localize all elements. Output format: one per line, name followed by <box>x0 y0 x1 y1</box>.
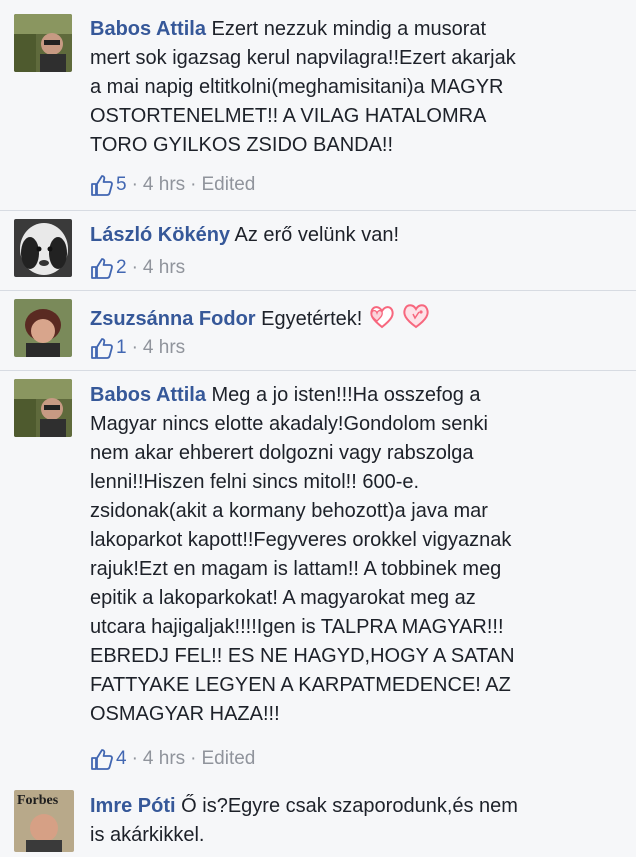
thumbs-up-icon[interactable] <box>90 748 114 770</box>
avatar[interactable] <box>14 14 72 72</box>
comment: Forbes Imre Póti Ő is?Egyre csak szaporo… <box>0 780 636 857</box>
comment-meta: 2 · 4 hrs <box>90 256 185 280</box>
hearts-emoji-icon <box>370 306 394 329</box>
avatar[interactable] <box>14 219 72 277</box>
comment: Babos Attila Ezert nezzuk mindig a musor… <box>0 0 636 210</box>
like-count[interactable]: 5 <box>116 173 127 197</box>
comment-meta: 4 · 4 hrs · Edited <box>90 747 255 771</box>
avatar[interactable]: Forbes <box>14 790 74 852</box>
comment-text: Meg a jo isten!!!Ha osszefog a Magyar ni… <box>90 384 515 725</box>
thumbs-up-icon[interactable] <box>90 174 114 196</box>
comment-text: Egyetértek! <box>261 308 363 330</box>
comment: László Kökény Az erő velünk van! 2 · 4 h… <box>0 210 636 290</box>
comment-author[interactable]: László Kökény <box>90 224 230 246</box>
comment-thread: Babos Attila Ezert nezzuk mindig a musor… <box>0 0 636 857</box>
forbes-logo: Forbes <box>17 793 59 808</box>
separator: · <box>131 257 138 278</box>
timestamp[interactable]: 4 hrs <box>143 747 185 771</box>
separator: · <box>190 174 197 195</box>
sparkling-heart-icon <box>403 304 430 329</box>
thumbs-up-icon[interactable] <box>90 257 114 279</box>
edited-label[interactable]: Edited <box>201 173 255 197</box>
separator: · <box>131 174 138 195</box>
like-count[interactable]: 1 <box>116 336 127 360</box>
comment: Zsuzsánna Fodor Egyetértek! 1 · 4 hrs <box>0 290 636 370</box>
like-count[interactable]: 2 <box>116 256 127 280</box>
comment-author[interactable]: Babos Attila <box>90 18 206 40</box>
avatar[interactable] <box>14 299 72 357</box>
avatar[interactable] <box>14 379 72 437</box>
comment-author[interactable]: Babos Attila <box>90 384 206 406</box>
like-count[interactable]: 4 <box>116 747 127 771</box>
edited-label[interactable]: Edited <box>201 747 255 771</box>
comment-author[interactable]: Imre Póti <box>90 795 176 817</box>
comment-meta: 5 · 4 hrs · Edited <box>90 173 255 197</box>
comment-meta: 1 · 4 hrs <box>90 336 185 360</box>
timestamp[interactable]: 4 hrs <box>143 336 185 360</box>
timestamp[interactable]: 4 hrs <box>143 173 185 197</box>
comment-text: Az erő velünk van! <box>234 224 400 246</box>
separator: · <box>190 748 197 769</box>
timestamp[interactable]: 4 hrs <box>143 256 185 280</box>
separator: · <box>131 337 138 358</box>
thumbs-up-icon[interactable] <box>90 337 114 359</box>
comment: Babos Attila Meg a jo isten!!!Ha osszefo… <box>0 370 636 780</box>
separator: · <box>131 748 138 769</box>
comment-author[interactable]: Zsuzsánna Fodor <box>90 308 256 330</box>
